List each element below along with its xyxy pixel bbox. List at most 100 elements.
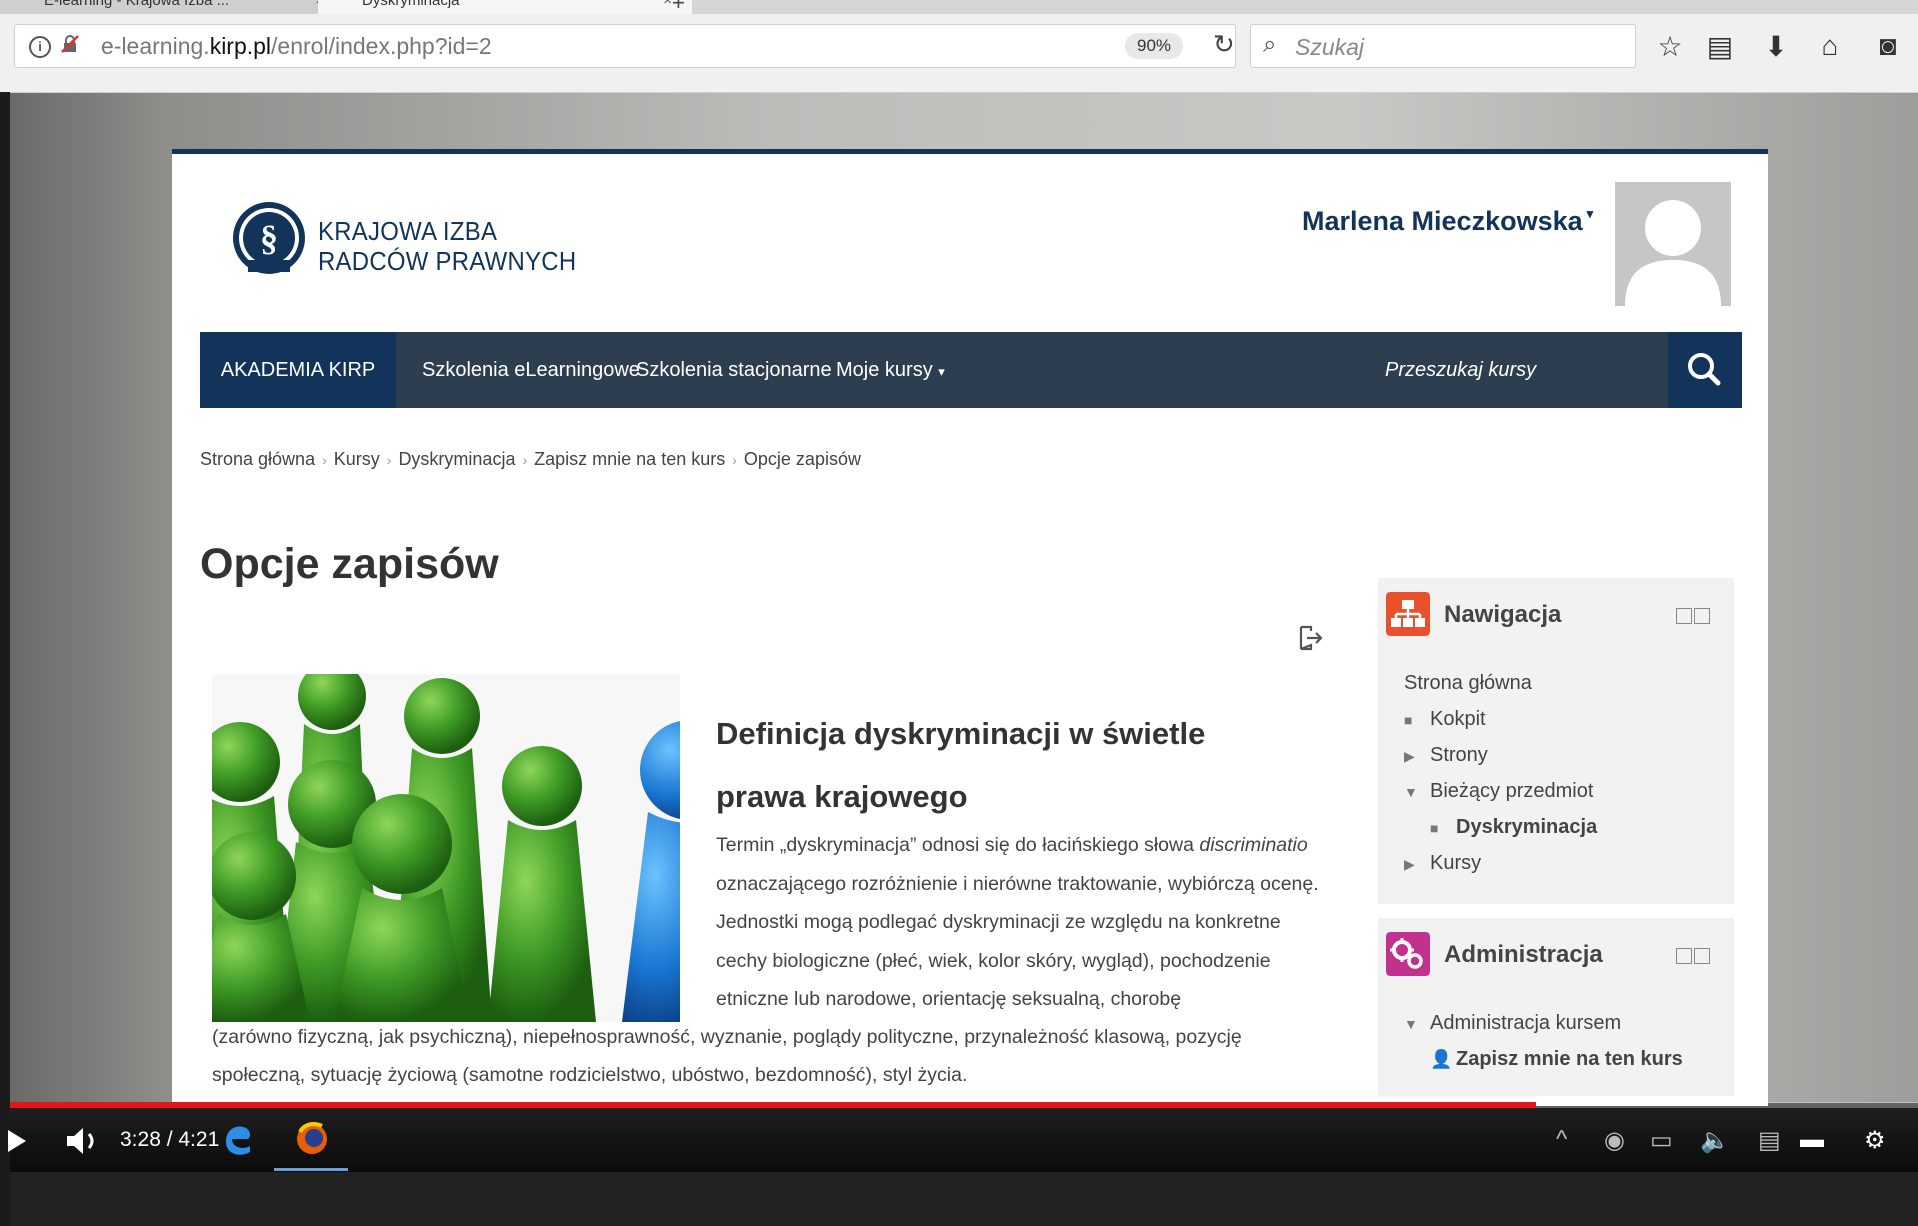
nav-tree-label: Kursy [1430, 852, 1482, 874]
user-name: Marlena Mieczkowska [1302, 206, 1583, 236]
user-menu[interactable]: Marlena Mieczkowska ▾ [1302, 206, 1593, 237]
home-icon[interactable]: ⌂ [1812, 30, 1848, 62]
nav-item-stacjonarne[interactable]: Szkolenia stacjonarne [636, 332, 832, 408]
reading-list-icon[interactable]: ▤ [1702, 30, 1738, 63]
moodle-page: § KRAJOWA IZBA RADCÓW PRAWNYCH Marlena M… [172, 149, 1768, 1106]
course-search-button[interactable] [1668, 332, 1742, 408]
bullet-icon: ■ [1430, 820, 1439, 836]
caret-down-icon: ▾ [1586, 206, 1594, 221]
nav-tree-item-kokpit[interactable]: ■ Kokpit [1404, 708, 1486, 731]
expand-arrow-icon: ▶ [1404, 856, 1415, 872]
tab-close-icon[interactable]: × [663, 0, 672, 14]
breadcrumb-kursy[interactable]: Kursy [334, 449, 380, 469]
search-icon [1688, 353, 1721, 386]
description-emphasis: discriminatio [1199, 834, 1308, 856]
admin-tree-label: Administracja kursem [1430, 1012, 1622, 1034]
captions-icon[interactable]: ▬ [1800, 1126, 1824, 1154]
dock-icon[interactable] [1694, 948, 1710, 964]
battery-icon[interactable]: ▭ [1650, 1126, 1673, 1155]
logo-line-2: RADCÓW PRAWNYCH [318, 246, 577, 276]
firefox-icon[interactable] [292, 1116, 332, 1162]
nav-tree-label: Strony [1430, 744, 1488, 766]
info-icon[interactable]: i [29, 36, 51, 58]
dock-icon[interactable] [1694, 608, 1710, 624]
site-logo-text[interactable]: KRAJOWA IZBA RADCÓW PRAWNYCH [318, 216, 576, 276]
browser-tab-elearning[interactable]: E-learning - Krajowa Izba ... × [0, 0, 344, 14]
nav-home-akademia[interactable]: AKADEMIA KIRP [200, 332, 396, 408]
new-tab-icon[interactable]: + [672, 0, 685, 14]
browser-tab-dyskryminacja[interactable]: Dyskryminacja × [318, 0, 692, 14]
volume-icon[interactable] [64, 1126, 104, 1156]
settings-icon[interactable]: ⚙ [1864, 1126, 1886, 1155]
insecure-lock-icon[interactable] [61, 35, 79, 53]
breadcrumb-home[interactable]: Strona główna [200, 449, 315, 469]
url-text[interactable]: e-learning.kirp.pl/enrol/index.php?id=2 [101, 33, 492, 60]
caret-down-icon: ▾ [938, 364, 945, 379]
nav-item-label: Moje kursy [836, 359, 933, 381]
collapse-icon[interactable] [1676, 948, 1692, 964]
gears-icon [1386, 932, 1430, 976]
nav-item-moje-kursy[interactable]: Moje kursy ▾ [836, 332, 945, 408]
sitemap-icon [1386, 592, 1430, 636]
navigation-block: Nawigacja Strona główna ■ Kokpit ▶ Strony … [1378, 578, 1734, 904]
administration-block-title: Administracja [1444, 941, 1603, 968]
admin-tree-item-enrol-me[interactable]: 👤 Zapisz mnie na ten kurs [1430, 1048, 1683, 1071]
kirp-logo-icon[interactable]: § [230, 198, 308, 282]
expand-arrow-icon: ▶ [1404, 748, 1415, 764]
chevron-up-icon[interactable]: ^ [1556, 1126, 1567, 1154]
search-placeholder: Szukaj [1295, 34, 1365, 60]
zoom-level[interactable]: 90% [1125, 33, 1183, 59]
description-part-1: Termin „dyskryminacja” odnosi się do łac… [716, 834, 1200, 856]
url-domain: kirp.pl [209, 33, 272, 59]
nav-tree-item-kursy[interactable]: ▶ Kursy [1404, 852, 1481, 875]
breadcrumb: Strona główna › Kursy › Dyskryminacja › Zapisz… [200, 449, 861, 470]
main-navigation: AKADEMIA KIRP Szkolenia eLearningowe Szk… [200, 332, 1742, 408]
enrol-icon[interactable] [1297, 624, 1325, 652]
bookmark-star-icon[interactable]: ☆ [1652, 30, 1688, 63]
nav-tree-root[interactable]: Strona główna [1404, 672, 1532, 695]
collapse-arrow-icon: ▼ [1404, 1016, 1418, 1032]
breadcrumb-current: Opcje zapisów [743, 449, 861, 469]
speaker-icon[interactable]: 🔈 [1700, 1126, 1730, 1155]
block-controls[interactable] [1674, 608, 1716, 626]
avatar[interactable] [1615, 182, 1731, 306]
download-icon[interactable]: ⬇ [1758, 30, 1794, 63]
notification-icon[interactable]: ▤ [1758, 1126, 1781, 1155]
video-controls: 3:28 / 4:21 ^ ◉ ▭ 🔈 ▤ ▬ ⚙ [8, 1108, 1918, 1172]
browser-search-input[interactable]: ⌕ Szukaj [1250, 24, 1636, 68]
breadcrumb-dyskryminacja[interactable]: Dyskryminacja [398, 449, 515, 469]
reload-icon[interactable]: ↻ [1213, 29, 1235, 60]
url-path: /enrol/index.php?id=2 [271, 33, 492, 59]
nav-tree-label: Kokpit [1430, 708, 1486, 730]
admin-tree-label: Zapisz mnie na ten kurs [1456, 1048, 1683, 1070]
search-icon: ⌕ [1263, 31, 1277, 58]
course-image [212, 674, 680, 1022]
collapse-arrow-icon: ▼ [1404, 784, 1418, 800]
page-title: Opcje zapisów [200, 540, 499, 588]
left-edge [0, 92, 10, 1226]
nav-tree-item-biezacy[interactable]: ▼ Bieżący przedmiot [1404, 780, 1593, 803]
course-description-continued: (zarówno fizyczną, jak psychiczną), niep… [212, 1026, 1242, 1086]
course-description: Termin „dyskryminacja” odnosi się do łac… [716, 826, 1322, 1019]
video-viewport: § KRAJOWA IZBA RADCÓW PRAWNYCH Marlena M… [10, 93, 1918, 1106]
browser-tabbar: E-learning - Krajowa Izba ... × Dyskrymi… [0, 0, 1918, 14]
url-prefix: e-learning. [101, 33, 210, 59]
play-icon[interactable] [8, 1130, 26, 1152]
breadcrumb-zapisz[interactable]: Zapisz mnie na ten kurs [534, 449, 725, 469]
nav-item-elearning[interactable]: Szkolenia eLearningowe [422, 332, 640, 408]
edge-icon[interactable] [218, 1116, 258, 1162]
pocket-icon[interactable]: ◙ [1870, 30, 1906, 62]
url-bar[interactable]: i e-learning.kirp.pl/enrol/index.php?id=… [14, 24, 1236, 68]
svg-text:§: § [260, 218, 278, 258]
browser-navbar: i e-learning.kirp.pl/enrol/index.php?id=… [0, 14, 1918, 93]
tab-label: E-learning - Krajowa Izba ... [44, 0, 230, 9]
tab-label: Dyskryminacja [362, 0, 460, 9]
nav-tree-item-strony[interactable]: ▶ Strony [1404, 744, 1488, 767]
taskbar-active-indicator [274, 1168, 348, 1171]
network-icon[interactable]: ◉ [1604, 1126, 1625, 1155]
collapse-icon[interactable] [1676, 608, 1692, 624]
nav-tree-item-dyskryminacja[interactable]: ■ Dyskryminacja [1430, 816, 1597, 839]
block-controls[interactable] [1674, 948, 1716, 966]
course-search-input[interactable]: Przeszukaj kursy [1385, 332, 1536, 408]
admin-tree-item-course-admin[interactable]: ▼ Administracja kursem [1404, 1012, 1621, 1035]
